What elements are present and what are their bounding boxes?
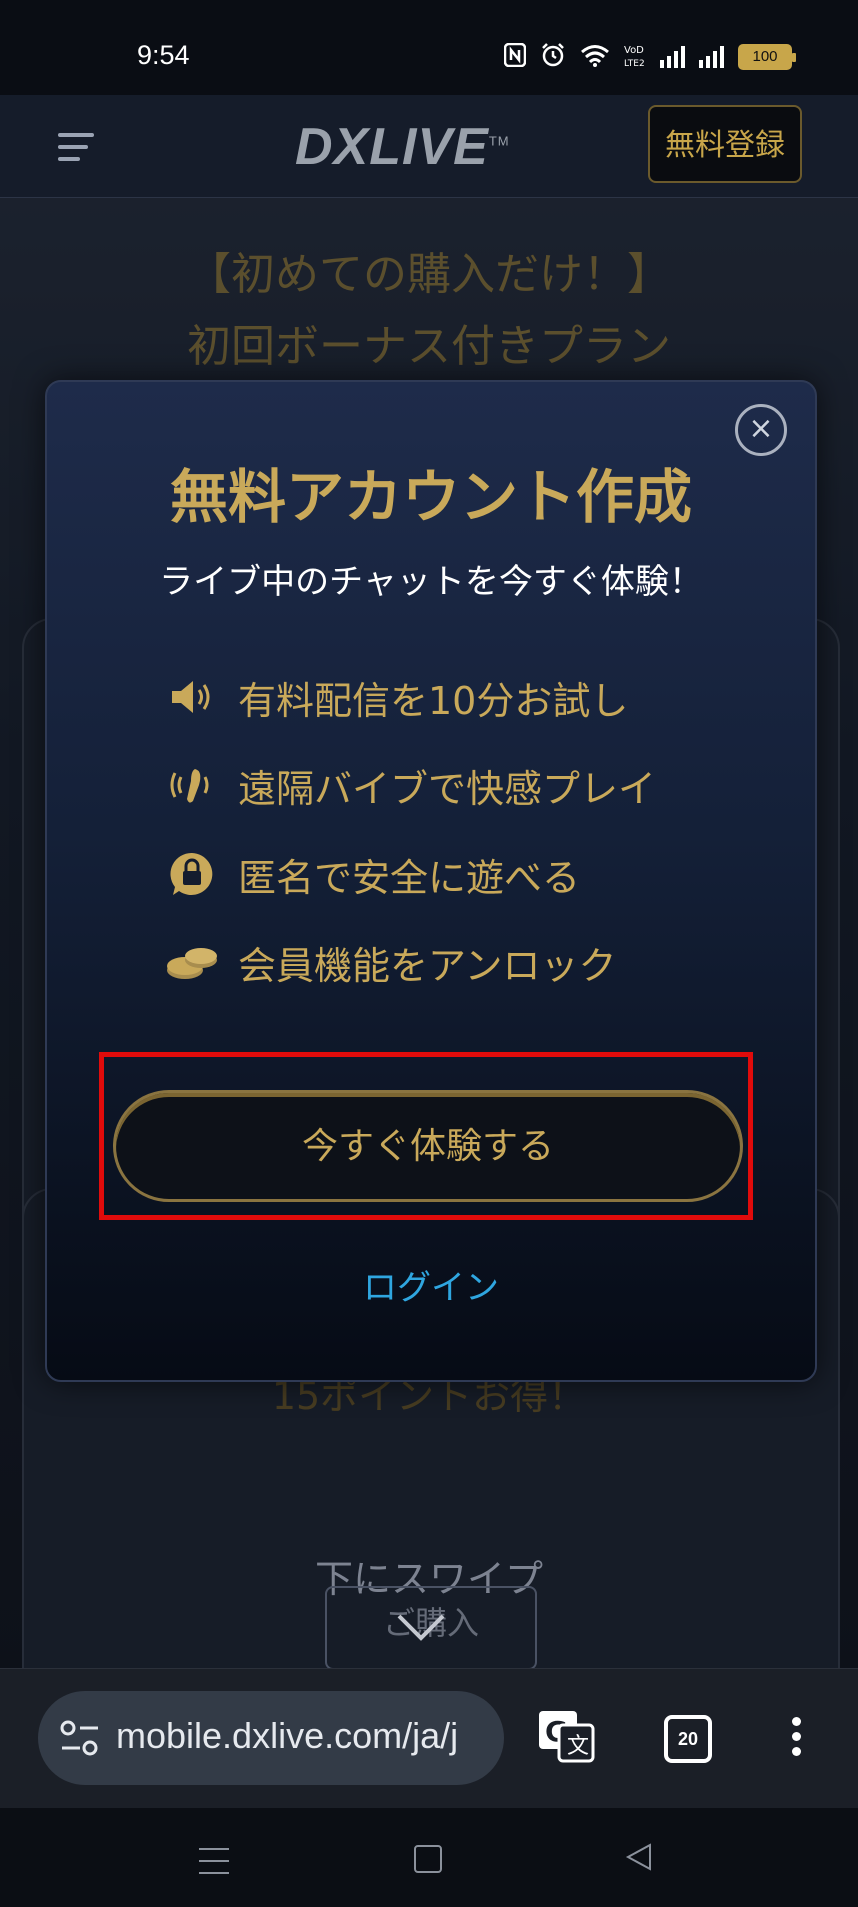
svg-text:LTE2: LTE2	[624, 59, 645, 68]
more-options-icon[interactable]	[792, 1717, 804, 1762]
wifi-icon	[580, 43, 610, 71]
browser-toolbar: mobile.dxlive.com/ja/j G文 20	[0, 1668, 858, 1809]
coins-icon	[162, 937, 222, 987]
back-icon[interactable]	[624, 1842, 654, 1872]
site-settings-icon[interactable]	[58, 1718, 102, 1758]
feature-label: 遠隔バイブで快感プレイ	[238, 766, 657, 811]
site-logo[interactable]: DXLIVETM	[295, 117, 510, 177]
chevron-down-icon	[397, 1614, 445, 1641]
nfc-icon	[503, 42, 527, 71]
alarm-icon	[540, 42, 566, 72]
trademark: TM	[488, 133, 510, 149]
lock-icon	[162, 849, 222, 899]
feature-item: 匿名で安全に遊べる	[162, 844, 580, 904]
feature-item: 遠隔バイブで快感プレイ	[162, 755, 656, 815]
home-icon[interactable]	[414, 1845, 442, 1873]
volte-icon: VoD LTE2	[624, 42, 646, 72]
svg-text:VoD: VoD	[624, 45, 644, 56]
register-button[interactable]: 無料登録	[648, 105, 802, 183]
system-nav-bar	[0, 1808, 858, 1907]
status-time: 9:54	[137, 40, 190, 70]
status-icons: VoD LTE2 100	[503, 42, 796, 72]
feature-label: 有料配信を10分お試し	[238, 678, 629, 723]
signal-icon-2	[699, 46, 724, 68]
feature-item: 会員機能をアンロック	[162, 932, 616, 992]
modal-title: 無料アカウント作成	[169, 463, 692, 531]
modal-subtitle: ライブ中のチャットを今すぐ体験！	[159, 562, 703, 602]
menu-icon[interactable]	[58, 133, 94, 169]
feature-label: 会員機能をアンロック	[238, 943, 617, 988]
try-now-button[interactable]: 今すぐ体験する	[113, 1090, 743, 1202]
translate-icon[interactable]: G文	[537, 1709, 595, 1763]
address-bar[interactable]: mobile.dxlive.com/ja/j	[38, 1691, 504, 1785]
vibe-icon	[162, 760, 222, 810]
signup-modal: × 無料アカウント作成 ライブ中のチャットを今すぐ体験！ 有料配信を10分お試し…	[45, 380, 817, 1382]
recent-apps-icon[interactable]	[199, 1848, 229, 1884]
signal-icon-1	[660, 46, 685, 68]
status-bar: 9:54 VoD LTE2 100	[0, 0, 858, 95]
url-text[interactable]: mobile.dxlive.com/ja/j	[116, 1715, 496, 1757]
close-icon[interactable]: ×	[735, 404, 787, 456]
tab-switcher-button[interactable]: 20	[664, 1715, 712, 1763]
battery-icon: 100	[738, 44, 796, 70]
feature-item: 有料配信を10分お試し	[162, 667, 628, 727]
speaker-icon	[162, 672, 222, 722]
feature-label: 匿名で安全に遊べる	[238, 855, 581, 900]
login-link[interactable]: ログイン	[47, 1260, 815, 1309]
svg-text:文: 文	[567, 1734, 589, 1759]
